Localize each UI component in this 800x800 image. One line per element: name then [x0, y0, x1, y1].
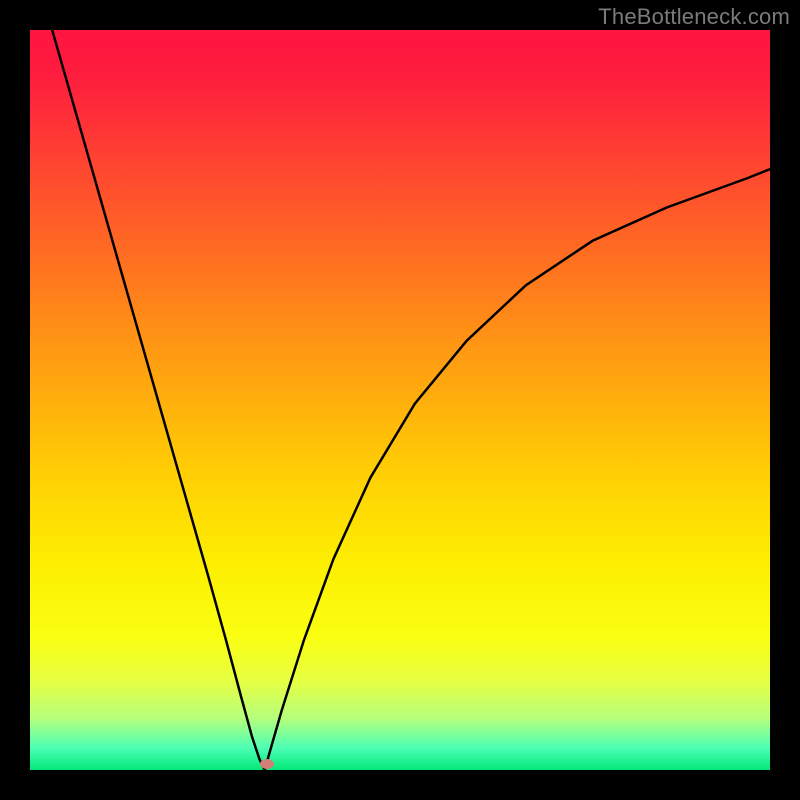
bottleneck-curve: [30, 30, 770, 770]
chart-frame: TheBottleneck.com: [0, 0, 800, 800]
curve-right-branch: [265, 169, 770, 770]
curve-left-branch: [52, 30, 264, 770]
minimum-marker: [260, 759, 274, 769]
plot-area: [30, 30, 770, 770]
watermark-text: TheBottleneck.com: [598, 4, 790, 30]
